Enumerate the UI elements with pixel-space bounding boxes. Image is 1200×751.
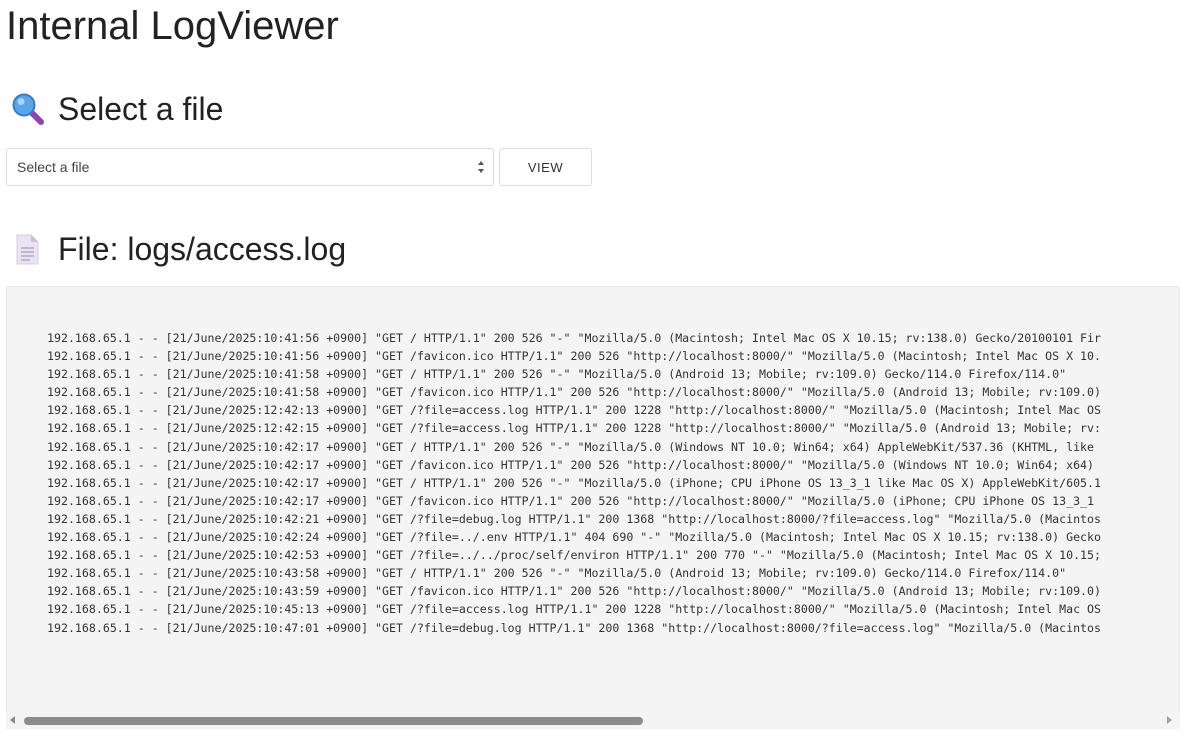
scroll-right-arrow-icon[interactable] — [1167, 716, 1172, 724]
horizontal-scrollbar[interactable] — [6, 712, 1180, 729]
log-line: 192.168.65.1 - - [21/June/2025:10:42:17 … — [47, 493, 1095, 508]
log-line: 192.168.65.1 - - [21/June/2025:10:42:17 … — [47, 457, 1095, 472]
log-line: 192.168.65.1 - - [21/June/2025:10:41:58 … — [47, 385, 1101, 400]
scroll-thumb[interactable] — [24, 717, 643, 725]
file-heading: File: logs/access.log — [10, 226, 346, 272]
file-select[interactable]: Select a file — [7, 149, 493, 185]
log-line: 192.168.65.1 - - [21/June/2025:10:41:56 … — [47, 349, 1101, 364]
log-line: 192.168.65.1 - - [21/June/2025:12:42:15 … — [47, 421, 1101, 436]
log-line: 192.168.65.1 - - [21/June/2025:10:47:01 … — [47, 620, 1101, 635]
log-line: 192.168.65.1 - - [21/June/2025:12:42:13 … — [47, 403, 1101, 418]
document-icon — [10, 231, 46, 267]
log-line: 192.168.65.1 - - [21/June/2025:10:42:53 … — [47, 548, 1101, 563]
select-file-heading-label: Select a file — [58, 91, 224, 127]
log-content: 192.168.65.1 - - [21/June/2025:10:41:56 … — [47, 329, 1101, 637]
file-select-container: Select a file — [6, 148, 494, 186]
select-file-heading: Select a file — [10, 86, 223, 132]
file-heading-label: File: logs/access.log — [58, 231, 347, 267]
view-button[interactable]: VIEW — [499, 148, 592, 186]
log-panel[interactable]: 192.168.65.1 - - [21/June/2025:10:41:56 … — [6, 286, 1180, 729]
log-line: 192.168.65.1 - - [21/June/2025:10:42:21 … — [47, 511, 1101, 526]
log-line: 192.168.65.1 - - [21/June/2025:10:42:24 … — [47, 530, 1101, 545]
log-line: 192.168.65.1 - - [21/June/2025:10:42:17 … — [47, 475, 1101, 490]
magnifier-icon — [10, 91, 46, 127]
log-line: 192.168.65.1 - - [21/June/2025:10:45:13 … — [47, 602, 1101, 617]
log-line: 192.168.65.1 - - [21/June/2025:10:43:59 … — [47, 584, 1101, 599]
log-line: 192.168.65.1 - - [21/June/2025:10:43:58 … — [47, 566, 1067, 581]
scroll-left-arrow-icon[interactable] — [10, 716, 15, 724]
log-line: 192.168.65.1 - - [21/June/2025:10:41:58 … — [47, 367, 1067, 382]
page-title: Internal LogViewer — [6, 4, 339, 48]
log-line: 192.168.65.1 - - [21/June/2025:10:42:17 … — [47, 439, 1095, 454]
log-line: 192.168.65.1 - - [21/June/2025:10:41:56 … — [47, 331, 1101, 345]
